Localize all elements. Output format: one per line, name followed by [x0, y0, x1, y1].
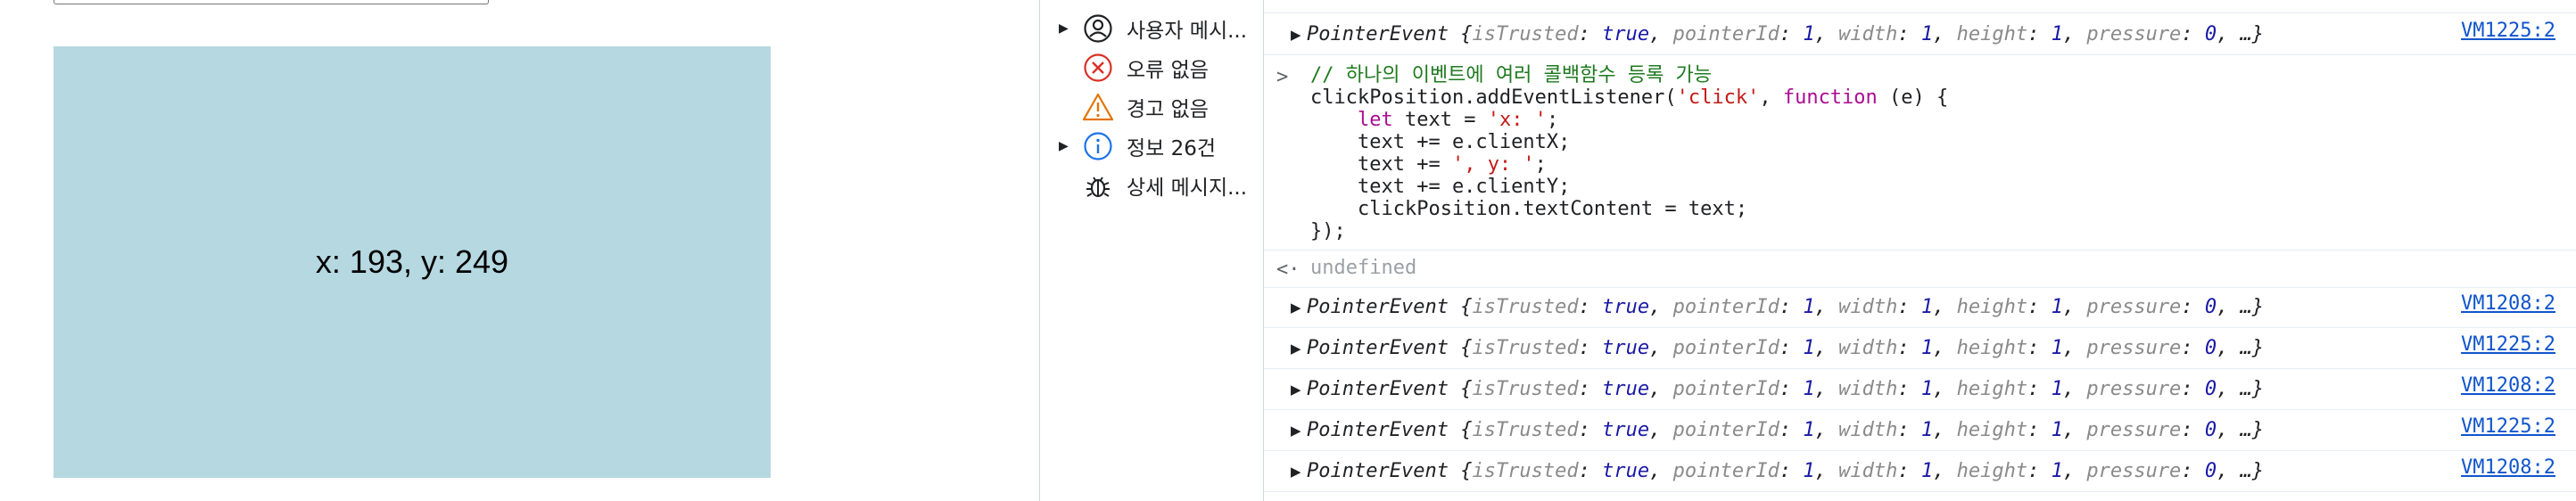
sidebar-item-label: 정보 26건	[1127, 137, 1217, 160]
source-link[interactable]: VM1208:2	[2461, 374, 2555, 397]
event-object-preview: PointerEvent {isTrusted: true, pointerId…	[1307, 378, 2265, 400]
error-icon	[1082, 52, 1114, 84]
info-icon	[1082, 130, 1114, 162]
console-log-row[interactable]: ▶ PointerEvent {isTrusted: true, pointer…	[1264, 14, 2576, 55]
expand-triangle-icon[interactable]: ▶	[1291, 423, 1307, 439]
devtools-panel: ▶ 사용자 메시... 오류 없음 경고 없음 ▶ 정보 26건 상세 메시지.…	[1039, 0, 2576, 501]
code-block: // 하나의 이벤트에 여러 콜백함수 등록 가능 clickPosition.…	[1310, 64, 1949, 242]
console-log-row[interactable]: ▶ PointerEvent {isTrusted: true, pointer…	[1264, 287, 2576, 328]
console-result-row: <· undefined	[1264, 251, 2576, 288]
console-output: ▶ PointerEvent {isTrusted: true, pointer…	[1264, 0, 2576, 501]
source-link[interactable]: VM1208:2	[2461, 292, 2555, 315]
click-position-box[interactable]: x: 193, y: 249	[54, 46, 771, 478]
expand-triangle-icon[interactable]: ▶	[1291, 341, 1307, 357]
event-object-preview: PointerEvent {isTrusted: true, pointerId…	[1307, 23, 2265, 45]
expand-triangle-icon[interactable]: ▶	[1291, 27, 1307, 43]
code-line: text += ', y: ';	[1310, 153, 1547, 176]
sidebar-item-label: 상세 메시지...	[1127, 177, 1248, 200]
console-input-entry: > // 하나의 이벤트에 여러 콜백함수 등록 가능 clickPositio…	[1264, 62, 2576, 250]
code-line: clickPosition.textContent = text;	[1310, 198, 1748, 220]
sidebar-item-errors[interactable]: 오류 없음	[1040, 50, 1263, 86]
code-line: text += e.clientY;	[1310, 176, 1571, 198]
event-object-preview: PointerEvent {isTrusted: true, pointerId…	[1307, 460, 2265, 482]
event-object-preview: PointerEvent {isTrusted: true, pointerId…	[1307, 419, 2265, 441]
source-link[interactable]: VM1225:2	[2461, 20, 2555, 42]
sidebar-item-verbose[interactable]: 상세 메시지...	[1040, 168, 1263, 203]
expand-triangle-icon[interactable]: ▶	[1291, 382, 1307, 398]
source-link[interactable]: VM1225:2	[2461, 333, 2555, 356]
console-log-row[interactable]: ▶ PointerEvent {isTrusted: true, pointer…	[1264, 410, 2576, 451]
user-icon	[1082, 12, 1114, 45]
event-object-preview: PointerEvent {isTrusted: true, pointerId…	[1307, 337, 2265, 359]
bug-icon	[1082, 169, 1114, 201]
code-line: let text = 'x: ';	[1357, 109, 1559, 131]
sidebar-item-label: 사용자 메시...	[1127, 20, 1248, 43]
result-arrow-icon: <·	[1276, 259, 1300, 281]
warning-icon	[1082, 91, 1114, 123]
sidebar-item-user-messages[interactable]: ▶ 사용자 메시...	[1040, 11, 1263, 46]
console-log-row[interactable]: ▶ PointerEvent {isTrusted: true, pointer…	[1264, 451, 2576, 492]
code-line: text += e.clientX;	[1310, 131, 1571, 153]
result-value: undefined	[1310, 257, 1417, 279]
text-input[interactable]	[54, 0, 489, 4]
click-position-text: x: 193, y: 249	[315, 243, 509, 280]
sidebar-item-info[interactable]: ▶ 정보 26건	[1040, 128, 1263, 164]
code-line: });	[1310, 220, 1346, 242]
event-object-preview: PointerEvent {isTrusted: true, pointerId…	[1307, 296, 2265, 318]
expand-triangle-icon[interactable]: ▶	[1059, 139, 1069, 153]
input-prompt-icon: >	[1276, 66, 1289, 88]
console-log-row-partial	[1264, 0, 2576, 13]
sidebar-item-warnings[interactable]: 경고 없음	[1040, 89, 1263, 125]
expand-triangle-icon[interactable]: ▶	[1291, 464, 1307, 480]
console-log-row[interactable]: ▶ PointerEvent {isTrusted: true, pointer…	[1264, 369, 2576, 410]
expand-triangle-icon[interactable]: ▶	[1291, 300, 1307, 316]
source-link[interactable]: VM1208:2	[2461, 456, 2555, 479]
source-link[interactable]: VM1225:2	[2461, 415, 2555, 438]
code-line: clickPosition.addEventListener('click', …	[1310, 86, 1949, 109]
expand-triangle-icon[interactable]: ▶	[1059, 21, 1069, 36]
sidebar-item-label: 경고 없음	[1127, 98, 1209, 121]
console-sidebar: ▶ 사용자 메시... 오류 없음 경고 없음 ▶ 정보 26건 상세 메시지.…	[1040, 0, 1264, 501]
sidebar-item-label: 오류 없음	[1127, 59, 1209, 82]
page-area: x: 193, y: 249	[0, 0, 1039, 501]
console-log-row[interactable]: ▶ PointerEvent {isTrusted: true, pointer…	[1264, 328, 2576, 369]
